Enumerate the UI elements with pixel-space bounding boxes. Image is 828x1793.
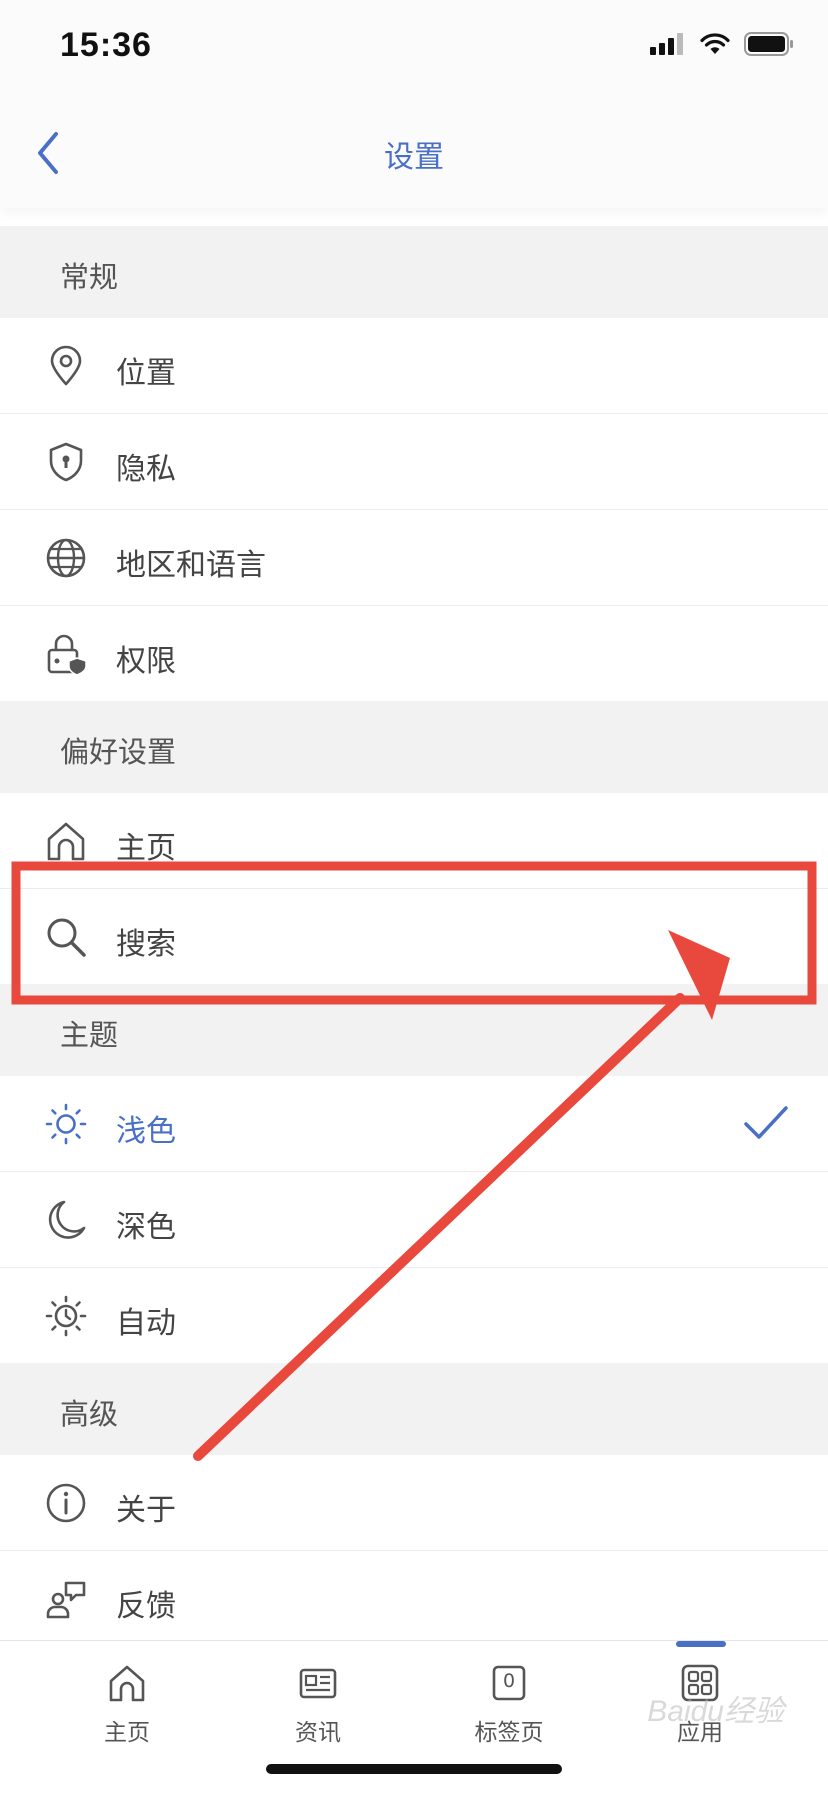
news-icon [299, 1668, 337, 1699]
settings-item-privacy[interactable]: 隐私 [0, 414, 828, 510]
lock-shield-icon [47, 634, 87, 676]
search-icon [47, 918, 86, 957]
section-header-label: 高级 [60, 1397, 119, 1431]
signal-icon [650, 33, 683, 55]
section-header-advanced: 高级 [0, 1363, 828, 1455]
settings-item-location[interactable]: 位置 [0, 318, 828, 414]
checkmark-icon [744, 1106, 788, 1139]
section-header-theme: 主题 [0, 984, 828, 1076]
feedback-icon [46, 1581, 86, 1619]
info-icon [46, 1483, 86, 1523]
moon-icon [48, 1200, 86, 1239]
settings-item-label: 隐私 [116, 452, 176, 487]
section-header-general: 常规 [0, 226, 828, 318]
settings-item-label: 权限 [116, 644, 176, 679]
settings-list: 常规 位置 隐私 地区和语言 权限 偏好设置 主页 搜索 主题 浅色 深色 自动… [0, 226, 828, 1646]
settings-item-homepage[interactable]: 主页 [0, 793, 828, 889]
page-title: 设置 [384, 140, 444, 175]
sun-icon [45, 1103, 87, 1145]
home-indicator [266, 1764, 562, 1774]
settings-item-dark-theme[interactable]: 深色 [0, 1172, 828, 1268]
settings-item-permissions[interactable]: 权限 [0, 606, 828, 701]
active-tab-indicator [676, 1641, 726, 1647]
status-time: 15:36 [60, 26, 152, 64]
tab-count-badge: 0 [502, 1670, 516, 1692]
settings-item-feedback[interactable]: 反馈 [0, 1551, 828, 1646]
settings-item-label: 主页 [116, 831, 176, 866]
settings-item-region-language[interactable]: 地区和语言 [0, 510, 828, 606]
settings-item-about[interactable]: 关于 [0, 1455, 828, 1551]
watermark: Baidu经验 [647, 1695, 784, 1728]
settings-item-label: 搜索 [116, 927, 176, 962]
tab-news[interactable]: 资讯 [223, 1641, 413, 1761]
tab-home[interactable]: 主页 [32, 1641, 222, 1761]
settings-item-search[interactable]: 搜索 [0, 889, 828, 984]
auto-theme-icon [45, 1295, 87, 1337]
section-header-preferences: 偏好设置 [0, 701, 828, 793]
settings-item-label: 浅色 [116, 1114, 176, 1149]
settings-item-label: 地区和语言 [116, 548, 266, 583]
section-header-label: 主题 [60, 1018, 119, 1052]
tab-label: 标签页 [474, 1720, 544, 1746]
tab-tabs[interactable]: 0 标签页 [414, 1641, 604, 1761]
status-icons [650, 32, 794, 56]
globe-icon [46, 538, 86, 578]
settings-item-label: 深色 [116, 1210, 176, 1245]
location-pin-icon [50, 345, 82, 386]
settings-item-label: 自动 [116, 1306, 176, 1341]
home-icon [109, 1665, 145, 1702]
settings-item-light-theme[interactable]: 浅色 [0, 1076, 828, 1172]
wifi-icon [700, 33, 730, 54]
status-bar: 15:36 [0, 0, 828, 96]
settings-item-label: 反馈 [116, 1589, 176, 1624]
battery-icon [744, 32, 793, 56]
settings-item-label: 位置 [116, 356, 176, 391]
section-header-label: 常规 [60, 260, 119, 294]
shield-lock-icon [49, 442, 83, 482]
settings-item-auto-theme[interactable]: 自动 [0, 1268, 828, 1363]
settings-item-label: 关于 [116, 1493, 176, 1528]
tab-label: 资讯 [295, 1720, 341, 1746]
home-icon [47, 822, 85, 861]
tab-label: 主页 [104, 1720, 150, 1746]
section-header-label: 偏好设置 [60, 735, 177, 769]
navigation-bar: 设置 [0, 96, 828, 208]
